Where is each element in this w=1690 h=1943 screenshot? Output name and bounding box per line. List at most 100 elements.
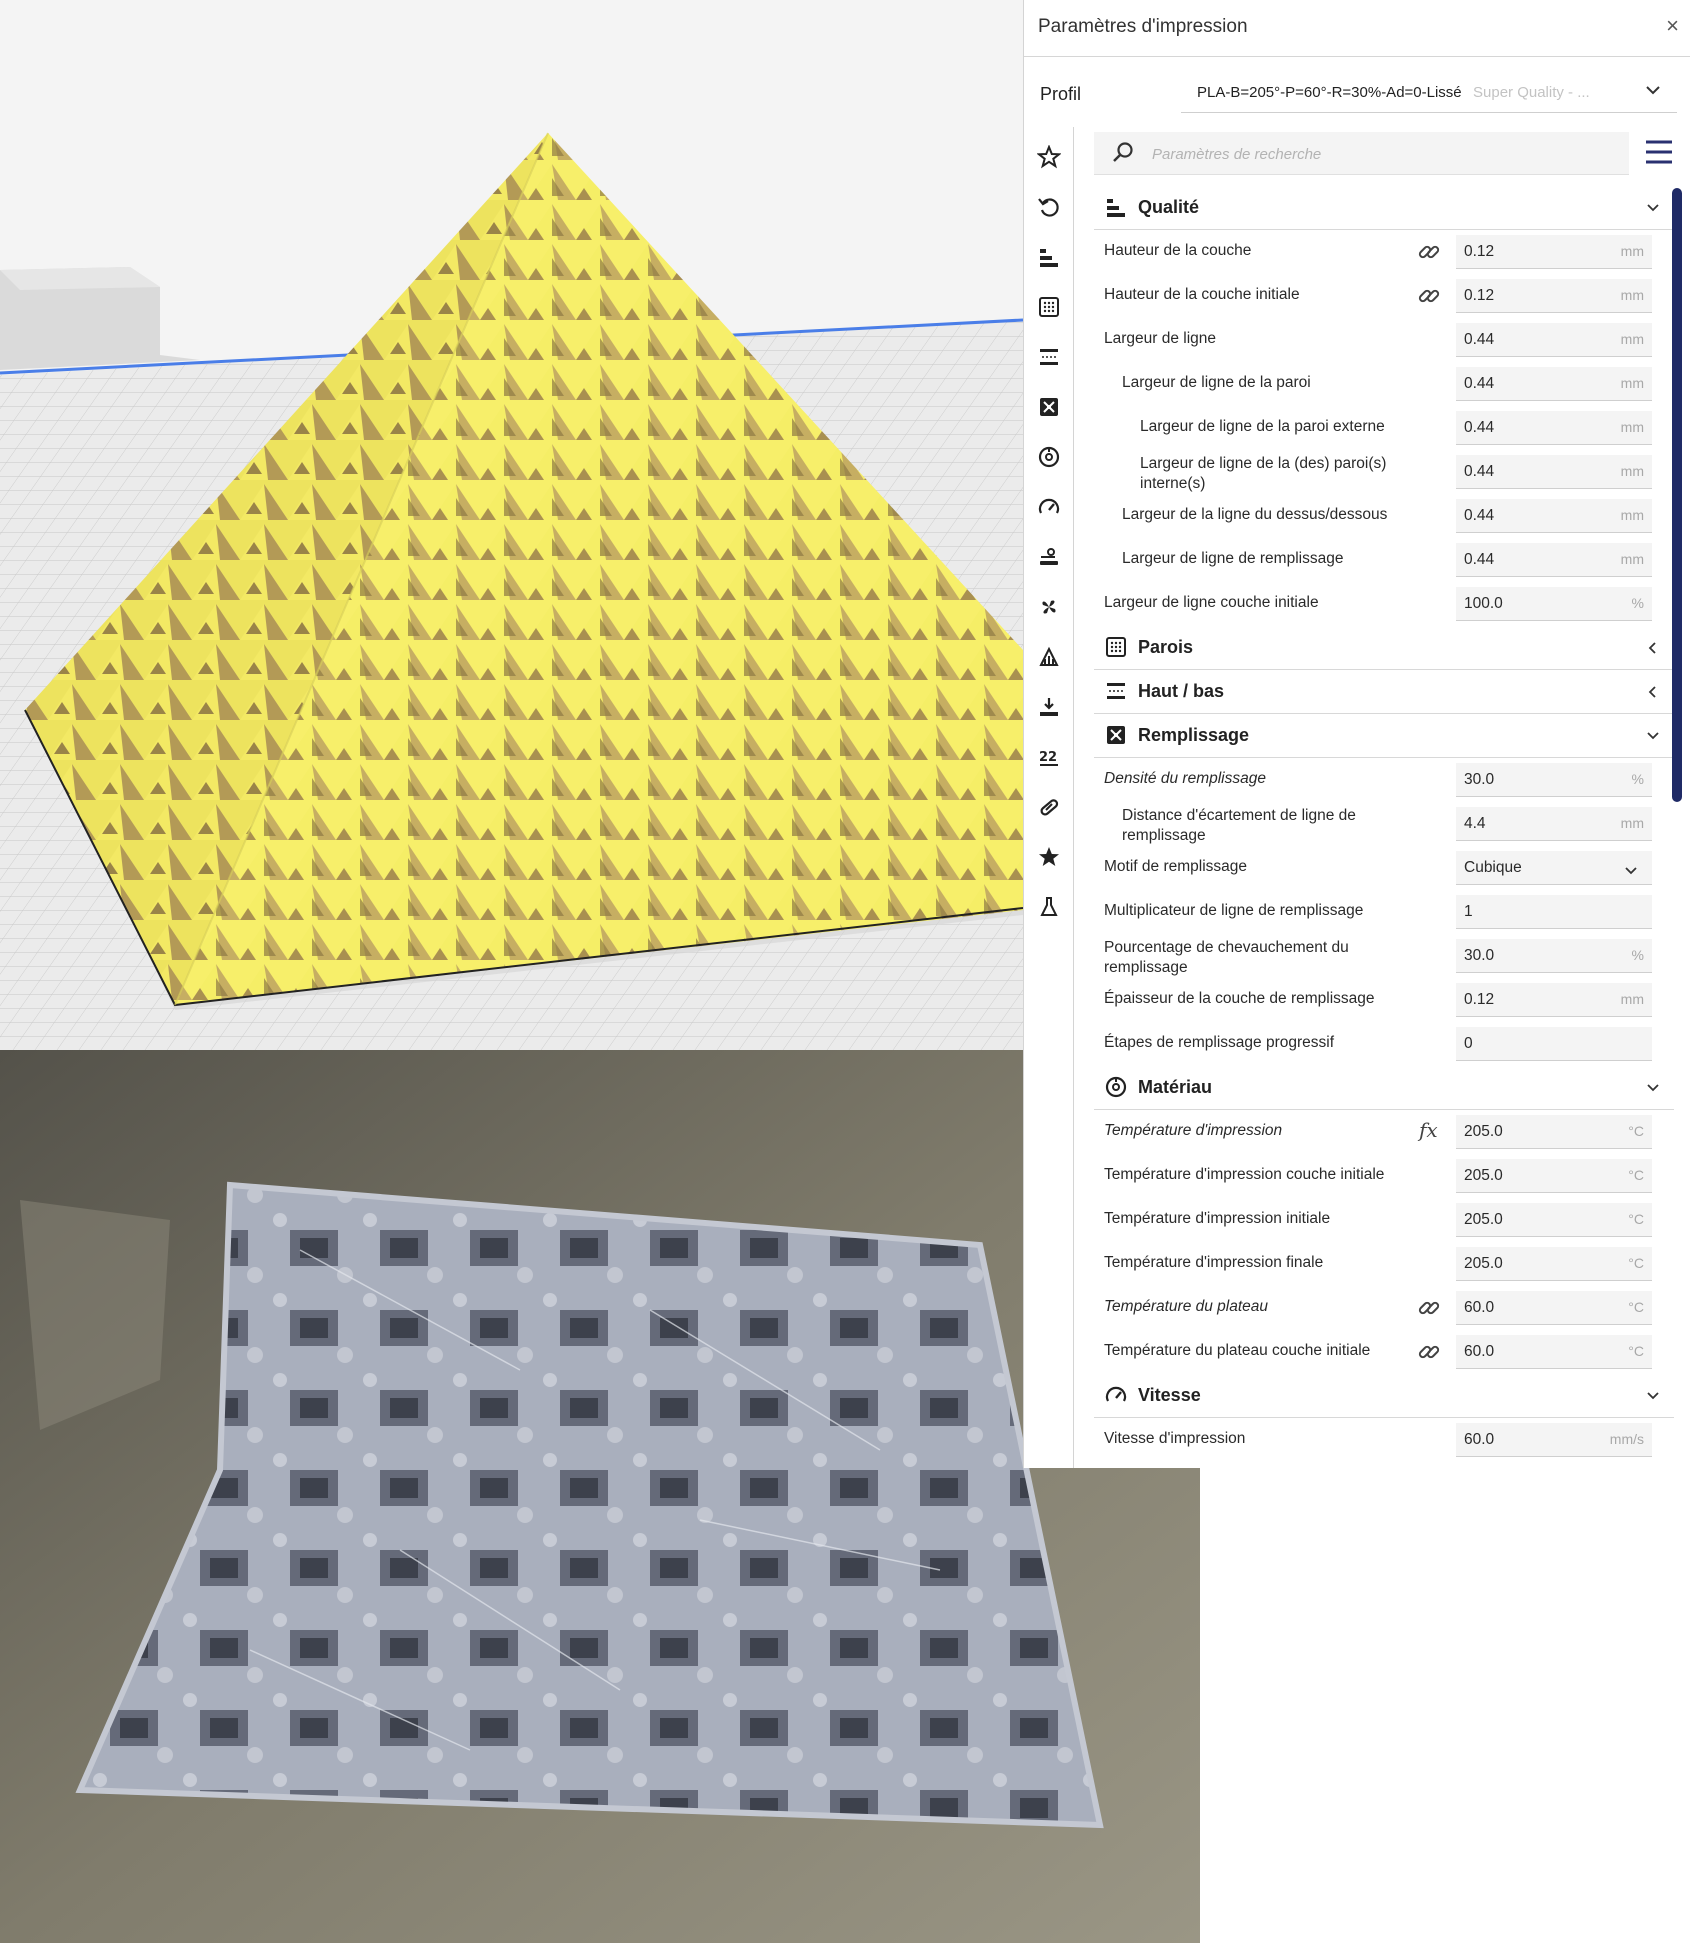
setting-input[interactable]: 0.12 mm <box>1456 279 1652 313</box>
settings-list[interactable]: Qualité Hauteur de la couche 0.12 mm Hauteur… <box>1094 185 1674 1468</box>
setting-label: Température d'impression finale <box>1104 1254 1324 1271</box>
setting-unit: mm/s <box>1609 1431 1644 1447</box>
setting-input[interactable]: 0.44 mm <box>1456 543 1652 577</box>
setting-input[interactable]: 0.44 mm <box>1456 411 1652 445</box>
setting-row: Pourcentage de chevauchement du rempliss… <box>1094 933 1674 977</box>
link-icon[interactable] <box>1417 240 1441 269</box>
setting-value: 30.0 <box>1464 771 1495 788</box>
setting-input[interactable]: 0.44 mm <box>1456 499 1652 533</box>
setting-input[interactable]: 0 <box>1456 1027 1652 1061</box>
undo-icon[interactable] <box>1024 187 1074 227</box>
setting-row: Largeur de ligne couche initiale 100.0% <box>1094 581 1674 625</box>
setting-row: Température d'impression initiale 205.0 °C <box>1094 1197 1674 1241</box>
chevron-down-icon <box>1644 727 1662 750</box>
category-remplissage[interactable]: Remplissage <box>1094 713 1674 758</box>
setting-value: 205.0 <box>1464 1211 1503 1228</box>
setting-unit: mm <box>1620 375 1644 391</box>
link-icon[interactable] <box>1417 1296 1441 1325</box>
setting-row: Température d'impression couche initiale… <box>1094 1153 1674 1197</box>
top-bottom-icon[interactable] <box>1024 337 1074 377</box>
experimental-icon[interactable] <box>1024 887 1074 927</box>
mesh-fixes-icon[interactable] <box>1024 787 1074 827</box>
setting-input[interactable]: 0.12 mm <box>1456 983 1652 1017</box>
setting-row: Épaisseur de la couche de remplissage 0.1… <box>1094 977 1674 1021</box>
category-haut-bas[interactable]: Haut / bas <box>1094 669 1674 714</box>
setting-input[interactable]: 4.4 mm <box>1456 807 1652 841</box>
setting-label: Largeur de ligne <box>1104 330 1217 347</box>
setting-row: Motif de remplissage Cubique <box>1094 845 1674 889</box>
category-vitesse[interactable]: Vitesse <box>1094 1373 1674 1418</box>
setting-input[interactable]: 0.44 mm <box>1456 323 1652 357</box>
setting-unit: °C <box>1628 1123 1644 1139</box>
star-icon[interactable] <box>1024 137 1074 177</box>
setting-input[interactable]: 0.44 mm <box>1456 367 1652 401</box>
category-qualit-[interactable]: Qualité <box>1094 185 1674 230</box>
walls-icon[interactable] <box>1024 287 1074 327</box>
quality-icon <box>1104 195 1128 219</box>
photo-scene <box>0 1050 1200 1943</box>
chevron-left-icon <box>1644 639 1662 662</box>
printed-part <box>80 1185 1100 1825</box>
setting-input[interactable]: 60.0 mm/s <box>1456 1423 1652 1457</box>
setting-input[interactable]: 205.0 °C <box>1456 1159 1652 1193</box>
link-icon[interactable] <box>1417 1340 1441 1369</box>
infill-icon[interactable] <box>1024 387 1074 427</box>
cooling-icon[interactable] <box>1024 587 1074 627</box>
setting-value: 0.12 <box>1464 991 1495 1008</box>
setting-row: Distance d'écartement de ligne de rempli… <box>1094 801 1674 845</box>
close-icon[interactable]: × <box>1666 13 1679 39</box>
setting-input[interactable]: 205.0 °C <box>1456 1203 1652 1237</box>
setting-input[interactable]: 60.0 °C <box>1456 1291 1652 1325</box>
setting-row: Largeur de ligne de la paroi externe 0.44… <box>1094 405 1674 449</box>
infill-icon <box>1104 723 1128 747</box>
profile-dropdown[interactable]: PLA-B=205°-P=60°-R=30%-Ad=0-Lissé Super … <box>1181 72 1677 113</box>
setting-input[interactable]: 0.12 mm <box>1456 235 1652 269</box>
special-modes-icon[interactable] <box>1024 837 1074 877</box>
chevron-down-icon <box>1644 1079 1662 1102</box>
setting-input[interactable]: 100.0% <box>1456 587 1652 621</box>
setting-dropdown[interactable]: Cubique <box>1456 851 1652 885</box>
setting-label: Largeur de ligne de la paroi externe <box>1140 418 1385 435</box>
scrollbar[interactable] <box>1672 188 1682 802</box>
quality-icon[interactable] <box>1024 237 1074 277</box>
category-parois[interactable]: Parois <box>1094 625 1674 670</box>
panel-title: Paramètres d'impression <box>1038 16 1248 37</box>
category-label: Matériau <box>1138 1077 1213 1097</box>
setting-label: Épaisseur de la couche de remplissage <box>1104 990 1375 1007</box>
setting-label: Température du plateau couche initiale <box>1104 1342 1371 1359</box>
setting-unit: mm <box>1620 331 1644 347</box>
3d-viewport[interactable] <box>0 0 1023 1050</box>
setting-unit: mm <box>1620 815 1644 831</box>
support-icon[interactable] <box>1024 637 1074 677</box>
setting-input[interactable]: 1 <box>1456 895 1652 929</box>
setting-unit: % <box>1631 595 1644 611</box>
setting-row: Largeur de la ligne du dessus/dessous 0.4… <box>1094 493 1674 537</box>
travel-icon[interactable] <box>1024 537 1074 577</box>
setting-input[interactable]: 0.44 mm <box>1456 455 1652 489</box>
setting-value: 205.0 <box>1464 1167 1503 1184</box>
search-box <box>1094 132 1629 175</box>
setting-input[interactable]: 60.0 °C <box>1456 1335 1652 1369</box>
setting-unit: °C <box>1628 1299 1644 1315</box>
setting-input[interactable]: 205.0 °C <box>1456 1115 1652 1149</box>
setting-row: Largeur de ligne de la (des) paroi(s) in… <box>1094 449 1674 493</box>
setting-input[interactable]: 30.0% <box>1456 763 1652 797</box>
setting-input[interactable]: 30.0% <box>1456 939 1652 973</box>
setting-row: Température d'impression finale 205.0 °C <box>1094 1241 1674 1285</box>
link-icon[interactable] <box>1417 284 1441 313</box>
speed-icon <box>1104 1383 1128 1407</box>
speed-icon[interactable] <box>1024 487 1074 527</box>
function-icon[interactable]: fx <box>1419 1118 1438 1142</box>
menu-icon[interactable] <box>1644 138 1674 166</box>
setting-row: Largeur de ligne de la paroi 0.44 mm <box>1094 361 1674 405</box>
material-icon[interactable] <box>1024 437 1074 477</box>
category-label: Qualité <box>1138 197 1200 217</box>
category-mat-riau[interactable]: Matériau <box>1094 1065 1674 1110</box>
adhesion-icon[interactable] <box>1024 687 1074 727</box>
profile-label: Profil <box>1040 84 1082 104</box>
dual-extrusion-icon[interactable]: 22 <box>1024 737 1074 777</box>
setting-input[interactable]: 205.0 °C <box>1456 1247 1652 1281</box>
search-input[interactable] <box>1150 138 1614 170</box>
setting-unit: % <box>1631 947 1644 963</box>
chevron-down-icon <box>1622 862 1640 885</box>
